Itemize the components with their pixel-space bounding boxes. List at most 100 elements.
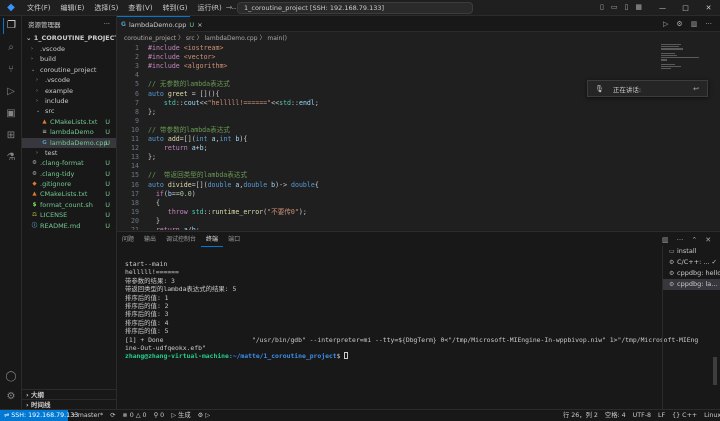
os-indicator[interactable]: Linux (704, 410, 720, 421)
folder-item[interactable]: › test (22, 148, 116, 158)
new-terminal-icon[interactable]: ▥ (662, 236, 669, 244)
testing-icon[interactable]: ⚗ (3, 150, 19, 166)
tab-lambdademo-cpp[interactable]: G lambdaDemo.cpp U × (117, 16, 203, 32)
forward-arrow-icon[interactable]: → (226, 3, 233, 12)
toggle-secondary-sidebar-icon[interactable]: ▯ (624, 3, 628, 11)
panel-more-icon[interactable]: ··· (677, 236, 684, 244)
file-item[interactable]: ▲ CMakeLists.txt U (22, 189, 116, 199)
outline-section[interactable]: › 大纲 (22, 389, 117, 399)
license-file-icon: ⚖ (32, 212, 37, 219)
tab-output[interactable]: 输出 (139, 232, 161, 247)
chevron-right-icon[interactable]: › (36, 75, 38, 85)
sync-icon[interactable]: ⟳ (110, 410, 115, 421)
menu-edit[interactable]: 编辑(E) (56, 3, 90, 13)
extensions-icon[interactable]: ⊞ (3, 128, 19, 144)
maximize-button[interactable]: □ (674, 0, 697, 16)
indentation[interactable]: 空格: 4 (605, 410, 626, 421)
code-token: auto (148, 135, 168, 143)
toggle-sidebar-icon[interactable]: ▯ (600, 3, 604, 11)
settings-gear-icon[interactable]: ⚙ (3, 389, 19, 405)
chevron-right-icon[interactable]: › (36, 86, 38, 96)
file-item[interactable]: ⓘ README.md U (22, 221, 116, 231)
source-control-icon[interactable]: ⑂ (3, 62, 19, 78)
close-panel-icon[interactable]: ✕ (705, 236, 711, 244)
search-icon[interactable]: ⌕ (3, 40, 19, 56)
terminal-instance[interactable]: ▭ install (663, 246, 720, 257)
chevron-down-icon[interactable]: ⌄ (36, 106, 40, 116)
undo-icon[interactable]: ↩ (693, 85, 699, 93)
split-editor-icon[interactable]: ▥ (691, 20, 698, 28)
terminal-output[interactable]: start--main helllll!====== 带参数的结果: 3 带返回类型的… (125, 260, 698, 361)
cursor-position[interactable]: 行 26，列 2 (563, 410, 598, 421)
menu-view[interactable]: 查看(V) (123, 3, 157, 13)
tab-debug-console[interactable]: 调试控制台 (161, 232, 201, 247)
chevron-right-icon[interactable]: › (31, 44, 33, 54)
run-file-icon[interactable]: ▷ (663, 20, 668, 28)
customize-layout-icon[interactable]: ▦ (635, 3, 642, 11)
terminal-scrollbar[interactable] (713, 357, 717, 385)
timeline-section[interactable]: › 时间线 (22, 399, 117, 409)
menu-go[interactable]: 转到(G) (158, 3, 193, 13)
maximize-panel-icon[interactable]: ⌃ (691, 236, 697, 244)
folder-item[interactable]: › .vscode (22, 75, 116, 85)
folder-item[interactable]: › example (22, 86, 116, 96)
prompt-end: $ (336, 352, 345, 361)
folder-item[interactable]: › build (22, 54, 116, 64)
file-item[interactable]: ▲ CMakeLists.txt U (22, 117, 116, 127)
folder-item[interactable]: ⌄ src (22, 106, 116, 116)
more-actions-icon[interactable]: ··· (104, 20, 110, 28)
file-item[interactable]: $ format_count.sh U (22, 200, 116, 210)
menu-file[interactable]: 文件(F) (22, 3, 56, 13)
folder-item[interactable]: › .vscode (22, 44, 116, 54)
command-center-search[interactable]: 1_coroutine_project [SSH: 192.168.79.133… (237, 2, 473, 14)
ports-count[interactable]: ⚲ 0 (154, 410, 165, 421)
tab-close-icon[interactable]: × (197, 21, 202, 29)
back-arrow-icon[interactable]: ← (211, 3, 218, 12)
settings-icon[interactable]: ⚙ (676, 20, 682, 28)
language-mode[interactable]: {} C++ (672, 410, 697, 421)
terminal-instance[interactable]: ⚙ C/C++: ... ✓ (663, 257, 720, 268)
chevron-right-icon[interactable]: › (36, 148, 38, 158)
file-item[interactable]: ◆ .gitignore U (22, 179, 116, 189)
chevron-down-icon[interactable]: ⌄ (31, 65, 35, 75)
chevron-right-icon[interactable]: › (31, 54, 33, 64)
code-token: "helllll!======" (207, 98, 272, 107)
file-item[interactable]: GlambdaDemo.cpp U (22, 137, 116, 148)
build-button[interactable]: ▷ 生成 (171, 410, 190, 421)
problems-count[interactable]: ⊗ 0 △ 0 (122, 410, 146, 421)
microphone-icon[interactable]: 🎙 (595, 85, 604, 93)
terminal-prompt[interactable]: zhang@zhang-virtual-machine:~/matte/1_co… (125, 352, 660, 360)
breadcrumb[interactable]: coroutine_project 〉 src 〉 lambdaDemo.cpp… (117, 33, 720, 44)
folder-item[interactable]: ⌄ coroutine_project (22, 65, 116, 75)
git-branch[interactable]: ⑂ master* (72, 410, 103, 421)
file-item[interactable]: ≡ lambdaDemo U (22, 127, 116, 137)
file-item[interactable]: ⚙ .clang-tidy U (22, 169, 116, 179)
minimap[interactable] (661, 44, 705, 84)
terminal-instance[interactable]: ⚙ cppdbg: hello (663, 268, 720, 279)
folder-item[interactable]: › include (22, 96, 116, 106)
terminal-instance[interactable]: ⚙ cppdbg: la... (663, 279, 720, 290)
toggle-panel-icon[interactable]: ▭ (611, 3, 618, 11)
file-item[interactable]: ⚙ .clang-format U (22, 158, 116, 168)
editor-more-icon[interactable]: ··· (705, 20, 712, 28)
tree-item-label: CMakeLists.txt (50, 117, 98, 126)
code-editor[interactable]: 1 #include <iostream> 2 #include <vector> 3 #… (117, 44, 720, 230)
end-of-line[interactable]: LF (658, 410, 665, 421)
file-encoding[interactable]: UTF-8 (633, 410, 651, 421)
tab-terminal[interactable]: 终端 (201, 232, 224, 247)
menu-selection[interactable]: 选择(S) (89, 3, 123, 13)
chevron-right-icon[interactable]: › (36, 96, 38, 106)
file-item[interactable]: ⚖ LICENSE U (22, 210, 116, 220)
minimize-button[interactable]: — (651, 0, 674, 16)
tab-problems[interactable]: 问题 (117, 232, 139, 247)
run-debug-icon[interactable]: ▷ (3, 84, 19, 100)
remote-explorer-icon[interactable]: ▣ (3, 106, 19, 122)
explorer-icon[interactable]: ❐ (3, 18, 19, 34)
tab-ports[interactable]: 端口 (223, 232, 245, 247)
close-window-button[interactable]: ✕ (697, 0, 720, 16)
workspace-root[interactable]: ⌄ 1_COROUTINE_PROJECT [SSH: 192.168.79.1… (22, 32, 116, 44)
code-token: #include (148, 62, 184, 71)
cmake-tools[interactable]: ⚙ ▷ (198, 410, 211, 421)
account-icon[interactable]: ◯ (3, 369, 19, 385)
remote-indicator[interactable]: ⇌ SSH: 192.168.79.133 (0, 410, 78, 421)
